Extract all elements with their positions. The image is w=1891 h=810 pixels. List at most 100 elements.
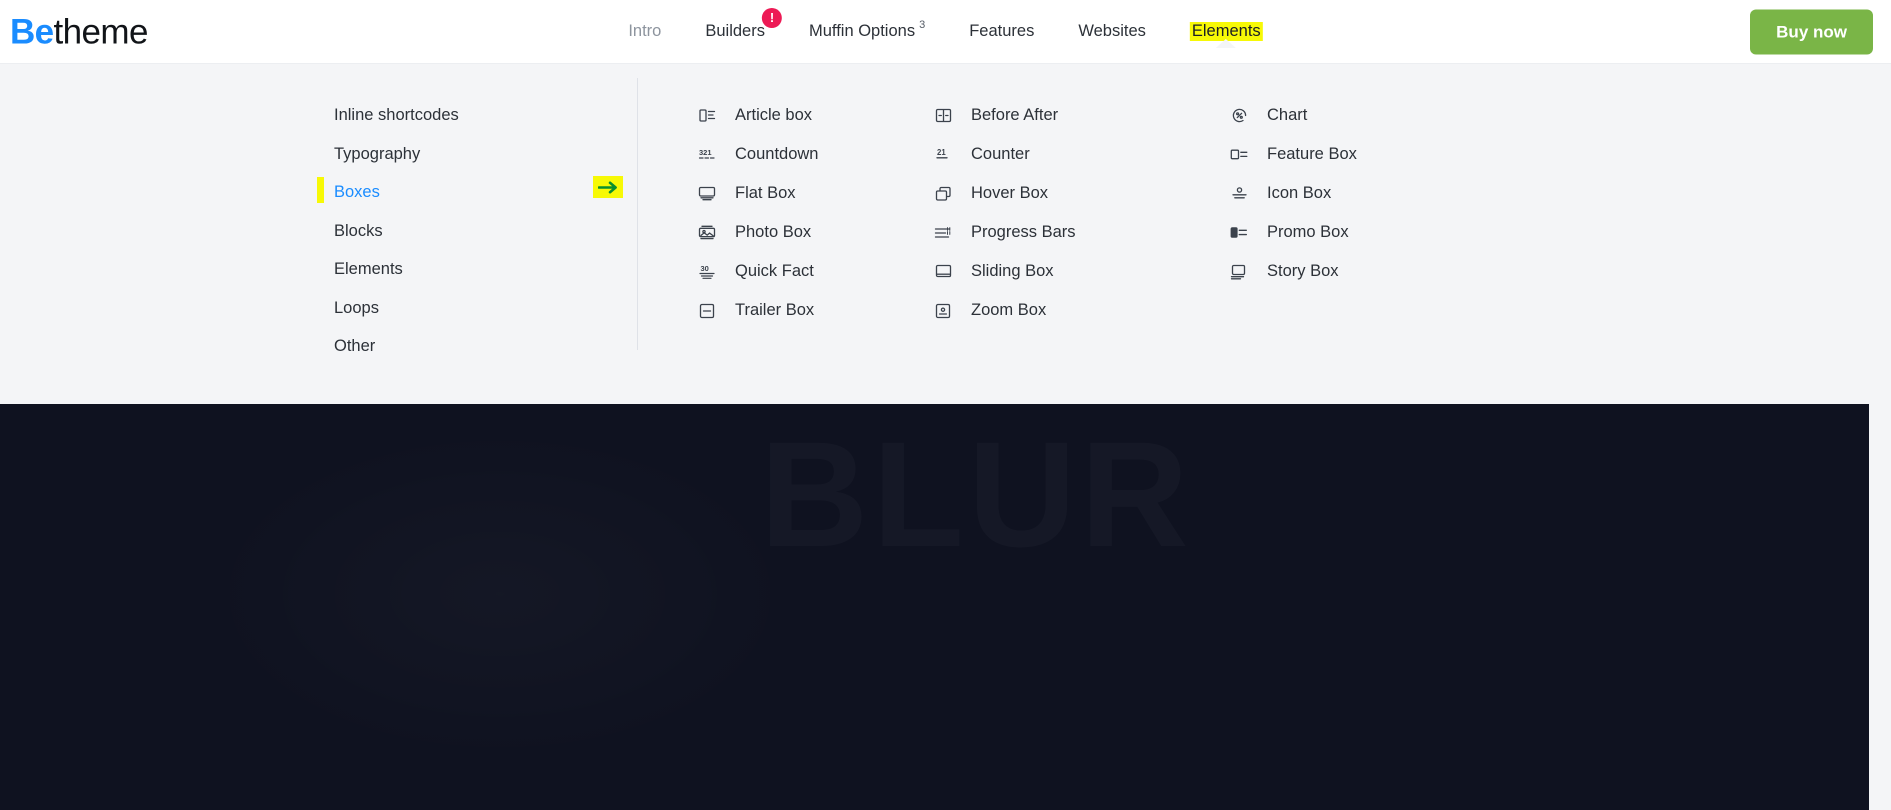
sidebar-item-other[interactable]: Other [334,327,637,366]
nav-item-intro[interactable]: Intro [628,16,661,47]
mega-menu-items: Article box 321 Countdown Flat Box Photo… [637,64,1529,404]
svg-text:21: 21 [937,148,946,157]
menu-item-label: Photo Box [735,223,812,242]
menu-item-counter[interactable]: 21 Counter [933,135,1229,174]
elements-mega-menu-panel: Inline shortcodes Typography Boxes Block… [0,64,1891,404]
sidebar-item-elements[interactable]: Elements [334,250,637,289]
main-navigation: Intro Builders ! Muffin Options 3 Featur… [628,0,1263,63]
nav-item-features[interactable]: Features [969,16,1034,47]
site-logo[interactable]: Betheme [10,14,148,49]
svg-text:30: 30 [700,264,708,273]
menu-item-chart[interactable]: Chart [1229,96,1529,135]
menu-item-flat-box[interactable]: Flat Box [697,174,933,213]
menu-item-label: Progress Bars [971,223,1076,242]
chart-gauge-icon [1229,106,1249,126]
panel-divider [637,78,638,350]
icon-box-icon [1229,184,1249,204]
menu-item-label: Feature Box [1267,145,1357,164]
menu-item-label: Hover Box [971,184,1049,203]
menu-item-story-box[interactable]: Story Box [1229,252,1529,291]
svg-text:321: 321 [699,148,712,157]
nav-label: Builders [705,22,765,40]
before-after-icon [933,106,953,126]
menu-item-label: Sliding Box [971,262,1054,281]
menu-item-label: Countdown [735,145,819,164]
menu-item-label: Quick Fact [735,262,814,281]
menu-item-before-after[interactable]: Before After [933,96,1229,135]
hover-box-icon [933,184,953,204]
menu-item-label: Story Box [1267,262,1339,281]
menu-item-sliding-box[interactable]: Sliding Box [933,252,1229,291]
menu-item-label: Counter [971,145,1030,164]
websites-gallery: BLUR Betheme We create websites and appl… [0,404,1891,810]
menu-item-photo-box[interactable]: Photo Box [697,213,933,252]
nav-item-elements[interactable]: Elements [1189,16,1263,48]
menu-item-label: Zoom Box [971,301,1047,320]
menu-item-label: Flat Box [735,184,796,203]
nav-label: Muffin Options [808,22,916,40]
promo-box-icon [1229,223,1249,243]
sidebar-item-blocks[interactable]: Blocks [334,212,637,251]
logo-prefix: Be [10,12,54,51]
menu-item-feature-box[interactable]: Feature Box [1229,135,1529,174]
menu-item-article-box[interactable]: Article box [697,96,933,135]
menu-item-trailer-box[interactable]: Trailer Box [697,291,933,330]
nav-label: Websites [1078,22,1146,40]
sidebar-item-label: Loops [334,298,379,317]
menu-item-label: Trailer Box [735,301,815,320]
menu-item-label: Icon Box [1267,184,1332,203]
sidebar-item-typography[interactable]: Typography [334,135,637,174]
logo-suffix: theme [53,12,149,51]
nav-item-builders[interactable]: Builders ! [705,8,782,47]
nav-label: Features [969,22,1035,40]
mega-menu-sidebar: Inline shortcodes Typography Boxes Block… [0,64,637,404]
sidebar-item-label: Boxes [334,183,380,201]
counter-21-icon: 21 [933,145,953,165]
muffin-options-count: 3 [919,19,926,31]
menu-item-label: Before After [971,106,1059,125]
sidebar-item-label: Blocks [334,221,383,240]
sliding-box-icon [933,262,953,282]
gallery-right-mask [1869,404,1891,810]
sidebar-item-label: Typography [334,144,421,163]
sidebar-item-loops[interactable]: Loops [334,289,637,328]
menu-item-hover-box[interactable]: Hover Box [933,174,1229,213]
quick-fact-30-icon: 30 [697,262,717,282]
sidebar-item-inline-shortcodes[interactable]: Inline shortcodes [334,96,637,135]
builders-alert-badge: ! [761,8,782,28]
menu-item-icon-box[interactable]: Icon Box [1229,174,1529,213]
nav-item-muffin-options[interactable]: Muffin Options 3 [809,16,925,47]
gallery-background-word: BLUR [760,408,1193,581]
menu-item-promo-box[interactable]: Promo Box [1229,213,1529,252]
nav-label: Intro [628,22,662,40]
trailer-box-icon [697,301,717,321]
menu-item-label: Article box [735,106,813,125]
sidebar-item-label: Inline shortcodes [334,106,459,124]
arrow-right-icon [593,176,623,198]
active-marker [317,177,324,203]
sidebar-item-label: Elements [334,260,403,278]
countdown-321-icon: 321 [697,145,717,165]
items-column-2: Before After 21 Counter Hover Box Progre… [933,96,1229,404]
items-column-3: Chart Feature Box Icon Box Promo Box Sto… [1229,96,1529,404]
menu-item-countdown[interactable]: 321 Countdown [697,135,933,174]
items-column-1: Article box 321 Countdown Flat Box Photo… [637,96,933,404]
menu-item-progress-bars[interactable]: Progress Bars [933,213,1229,252]
menu-item-quick-fact[interactable]: 30 Quick Fact [697,252,933,291]
story-box-icon [1229,262,1249,282]
nav-item-websites[interactable]: Websites [1078,16,1146,47]
flat-box-icon [697,184,717,204]
menu-item-label: Chart [1267,106,1308,125]
zoom-box-icon [933,301,953,321]
feature-box-icon [1229,145,1249,165]
menu-item-label: Promo Box [1267,223,1349,242]
dropdown-caret-icon [1216,39,1237,48]
menu-item-zoom-box[interactable]: Zoom Box [933,291,1229,330]
article-box-icon [697,106,717,126]
sidebar-item-label: Other [334,337,376,355]
sidebar-item-boxes[interactable]: Boxes [317,173,637,212]
site-header: Betheme Intro Builders ! Muffin Options … [0,0,1891,64]
progress-bars-icon [933,223,953,243]
buy-now-button[interactable]: Buy now [1750,9,1873,54]
photo-box-icon [697,223,717,243]
